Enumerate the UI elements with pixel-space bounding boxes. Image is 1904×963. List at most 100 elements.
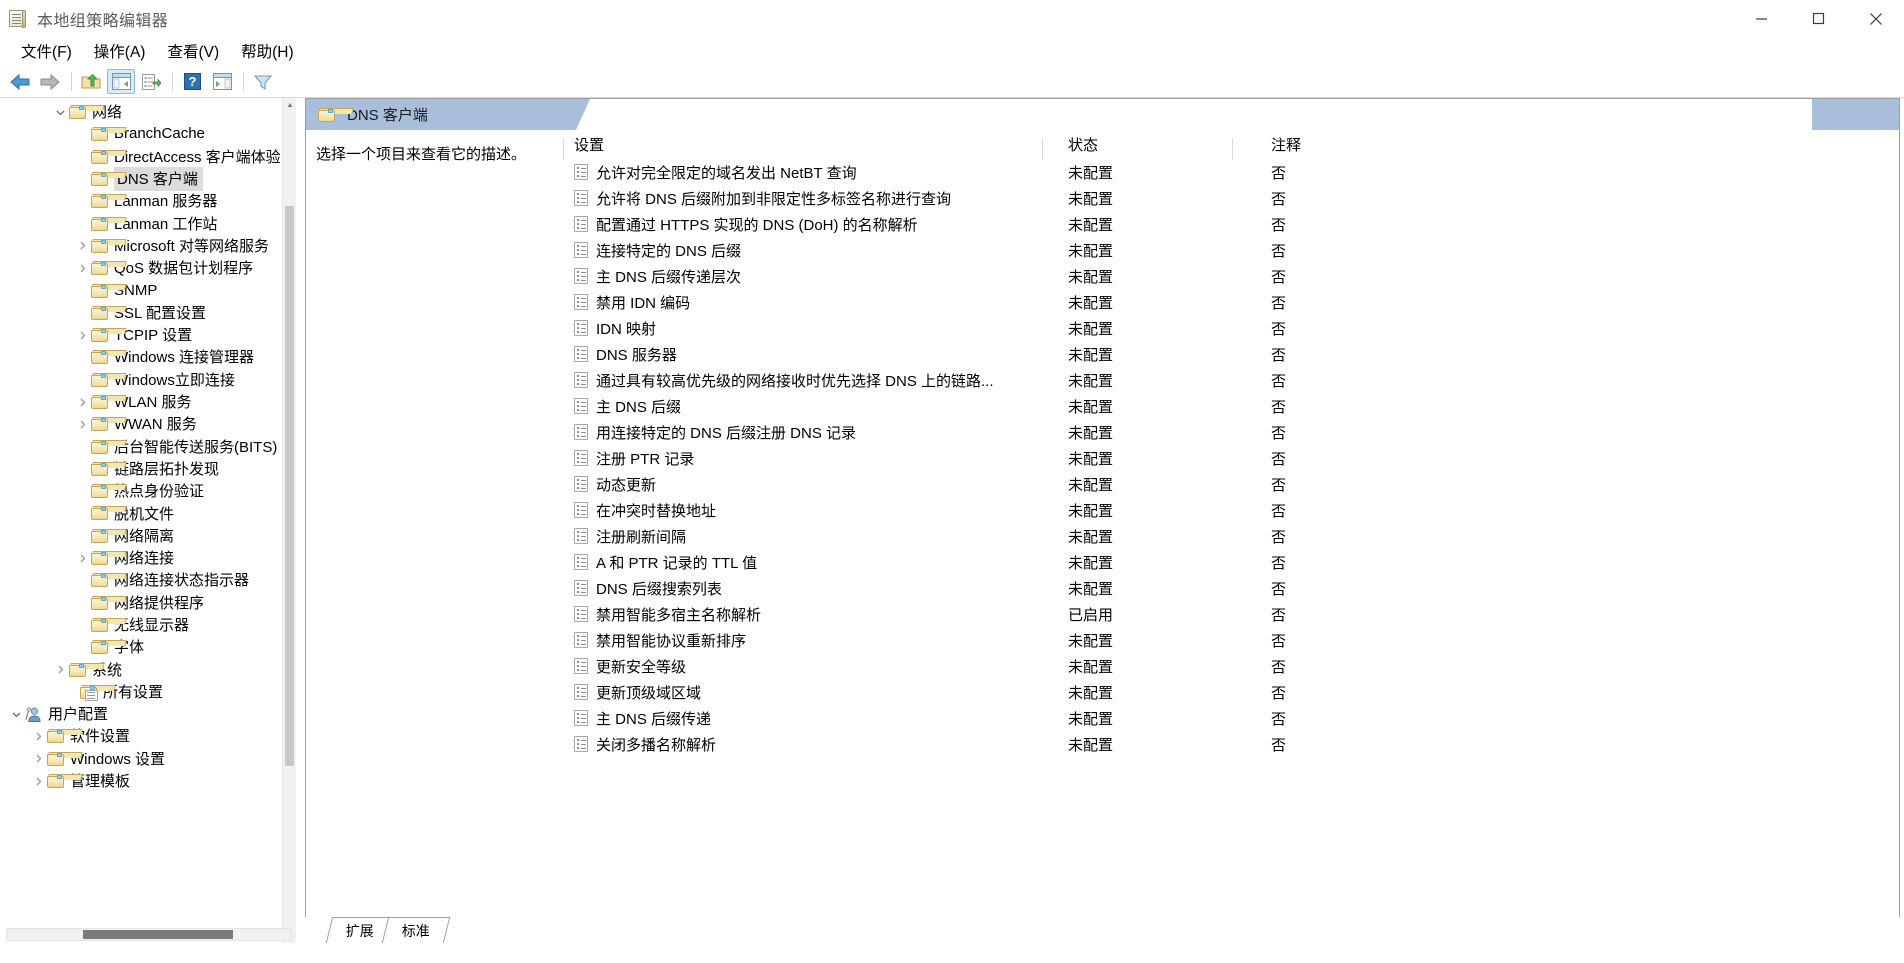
table-row[interactable]: 连接特定的 DNS 后缀 未配置 否 bbox=[563, 237, 1899, 263]
table-row[interactable]: 配置通过 HTTPS 实现的 DNS (DoH) 的名称解析 未配置 否 bbox=[563, 211, 1899, 237]
tree-item[interactable]: WLAN 服务 bbox=[0, 391, 296, 413]
tree-item[interactable]: DNS 客户端 bbox=[0, 167, 296, 192]
tree-item[interactable]: 后台智能传送服务(BITS) bbox=[0, 435, 296, 457]
table-row[interactable]: 在冲突时替换地址 未配置 否 bbox=[563, 497, 1899, 523]
tree-item[interactable]: 网络连接状态指示器 bbox=[0, 569, 296, 591]
policy-setting-icon bbox=[574, 528, 588, 544]
back-button[interactable] bbox=[6, 69, 34, 94]
tree-item[interactable]: TCPIP 设置 bbox=[0, 324, 296, 346]
menu-view[interactable]: 查看(V) bbox=[156, 37, 230, 65]
tree-item[interactable]: Microsoft 对等网络服务 bbox=[0, 235, 296, 257]
tree-item[interactable]: Lanman 工作站 bbox=[0, 212, 296, 234]
tree-item[interactable]: 软件设置 bbox=[0, 725, 296, 747]
policy-setting-name: 注册刷新间隔 bbox=[596, 528, 687, 546]
chevron-right-icon[interactable] bbox=[74, 416, 90, 432]
help-button[interactable]: ? bbox=[178, 69, 206, 94]
close-button[interactable] bbox=[1847, 0, 1904, 37]
policy-state-cell: 未配置 bbox=[1068, 268, 1114, 286]
chevron-right-icon[interactable] bbox=[74, 550, 90, 566]
table-row[interactable]: 禁用智能协议重新排序 未配置 否 bbox=[563, 627, 1899, 653]
table-row[interactable]: DNS 后缀搜索列表 未配置 否 bbox=[563, 575, 1899, 601]
table-row[interactable]: 主 DNS 后缀 未配置 否 bbox=[563, 393, 1899, 419]
column-header-state[interactable]: 状态 bbox=[1042, 134, 1232, 160]
chevron-right-icon[interactable] bbox=[74, 394, 90, 410]
minimize-button[interactable] bbox=[1733, 0, 1790, 37]
table-row[interactable]: 禁用 IDN 编码 未配置 否 bbox=[563, 289, 1899, 315]
tree-item[interactable]: Lanman 服务器 bbox=[0, 190, 296, 212]
tree-item[interactable]: Windows立即连接 bbox=[0, 369, 296, 391]
tree-vertical-scrollbar[interactable]: ▲ ▼ bbox=[282, 98, 296, 943]
scrollbar-thumb[interactable] bbox=[285, 206, 294, 766]
menu-file[interactable]: 文件(F) bbox=[10, 37, 83, 65]
minimize-icon bbox=[1756, 18, 1767, 20]
tree-item[interactable]: DirectAccess 客户端体验 bbox=[0, 146, 296, 168]
table-row[interactable]: 更新安全等级 未配置 否 bbox=[563, 653, 1899, 679]
tree-item[interactable]: 热点身份验证 bbox=[0, 480, 296, 502]
show-hide-action-pane-button[interactable] bbox=[208, 69, 236, 94]
table-row[interactable]: 通过具有较高优先级的网络接收时优先选择 DNS 上的链路... 未配置 否 bbox=[563, 367, 1899, 393]
menu-help[interactable]: 帮助(H) bbox=[230, 37, 305, 65]
show-hide-console-tree-button[interactable] bbox=[107, 69, 135, 94]
tree-item[interactable]: 字体 bbox=[0, 636, 296, 658]
tree-item[interactable]: 网络 bbox=[0, 101, 296, 123]
tree-item[interactable]: 脱机文件 bbox=[0, 502, 296, 524]
chevron-down-icon[interactable] bbox=[52, 104, 68, 120]
tree-item[interactable]: 所有设置 bbox=[0, 681, 296, 703]
tree-item[interactable]: SSL 配置设置 bbox=[0, 302, 296, 324]
tree-item[interactable]: SNMP bbox=[0, 279, 296, 301]
tree-item[interactable]: Windows 设置 bbox=[0, 748, 296, 770]
policy-state-cell: 未配置 bbox=[1068, 450, 1114, 468]
tree-item[interactable]: BranchCache bbox=[0, 123, 296, 145]
table-row[interactable]: 注册刷新间隔 未配置 否 bbox=[563, 523, 1899, 549]
tree-item[interactable]: Windows 连接管理器 bbox=[0, 346, 296, 368]
export-list-button[interactable] bbox=[137, 69, 165, 94]
filter-button[interactable] bbox=[249, 69, 277, 94]
table-row[interactable]: 主 DNS 后缀传递 未配置 否 bbox=[563, 705, 1899, 731]
table-row[interactable]: 允许对完全限定的域名发出 NetBT 查询 未配置 否 bbox=[563, 159, 1899, 185]
table-row[interactable]: 关闭多播名称解析 未配置 否 bbox=[563, 731, 1899, 757]
menu-action[interactable]: 操作(A) bbox=[83, 37, 157, 65]
table-row[interactable]: 主 DNS 后缀传递层次 未配置 否 bbox=[563, 263, 1899, 289]
table-row[interactable]: 用连接特定的 DNS 后缀注册 DNS 记录 未配置 否 bbox=[563, 419, 1899, 445]
maximize-button[interactable] bbox=[1790, 0, 1847, 37]
forward-button[interactable] bbox=[36, 69, 64, 94]
chevron-down-icon[interactable] bbox=[8, 706, 24, 722]
tree-horizontal-scrollbar[interactable] bbox=[6, 928, 292, 941]
tree-item[interactable]: 管理模板 bbox=[0, 770, 296, 792]
policy-setting-name: 主 DNS 后缀传递层次 bbox=[596, 268, 742, 286]
table-row[interactable]: 更新顶级域区域 未配置 否 bbox=[563, 679, 1899, 705]
column-header-comment[interactable]: 注释 bbox=[1232, 134, 1479, 160]
table-row[interactable]: 注册 PTR 记录 未配置 否 bbox=[563, 445, 1899, 471]
table-row[interactable]: IDN 映射 未配置 否 bbox=[563, 315, 1899, 341]
tree-item[interactable]: QoS 数据包计划程序 bbox=[0, 257, 296, 279]
chevron-right-icon[interactable] bbox=[74, 260, 90, 276]
chevron-right-icon[interactable] bbox=[30, 773, 46, 789]
tree-item[interactable]: 网络连接 bbox=[0, 547, 296, 569]
h-scrollbar-thumb[interactable] bbox=[83, 930, 233, 939]
tree-item[interactable]: 网络提供程序 bbox=[0, 592, 296, 614]
policy-setting-icon bbox=[574, 736, 588, 752]
table-row[interactable]: DNS 服务器 未配置 否 bbox=[563, 341, 1899, 367]
chevron-right-icon[interactable] bbox=[30, 751, 46, 767]
tree-item[interactable]: 系统 bbox=[0, 658, 296, 680]
column-header-setting[interactable]: 设置 bbox=[563, 134, 1042, 160]
chevron-right-icon[interactable] bbox=[74, 238, 90, 254]
tree-item[interactable]: 链路层拓扑发现 bbox=[0, 458, 296, 480]
chevron-right-icon[interactable] bbox=[30, 728, 46, 744]
policy-state-cell: 未配置 bbox=[1068, 398, 1114, 416]
tab-standard[interactable]: 标准 bbox=[381, 917, 451, 943]
table-row[interactable]: A 和 PTR 记录的 TTL 值 未配置 否 bbox=[563, 549, 1899, 575]
table-row[interactable]: 禁用智能多宿主名称解析 已启用 否 bbox=[563, 601, 1899, 627]
chevron-right-icon[interactable] bbox=[74, 327, 90, 343]
chevron-right-icon[interactable] bbox=[52, 662, 68, 678]
tree-item[interactable]: 无线显示器 bbox=[0, 614, 296, 636]
policy-comment-cell: 否 bbox=[1271, 658, 1287, 676]
scroll-up-icon[interactable]: ▲ bbox=[283, 98, 296, 112]
table-row[interactable]: 动态更新 未配置 否 bbox=[563, 471, 1899, 497]
table-row[interactable]: 允许将 DNS 后缀附加到非限定性多标签名称进行查询 未配置 否 bbox=[563, 185, 1899, 211]
tree-item[interactable]: 网络隔离 bbox=[0, 525, 296, 547]
tree-item[interactable]: WWAN 服务 bbox=[0, 413, 296, 435]
up-one-level-button[interactable] bbox=[77, 69, 105, 94]
tree-item[interactable]: 用户配置 bbox=[0, 703, 296, 725]
